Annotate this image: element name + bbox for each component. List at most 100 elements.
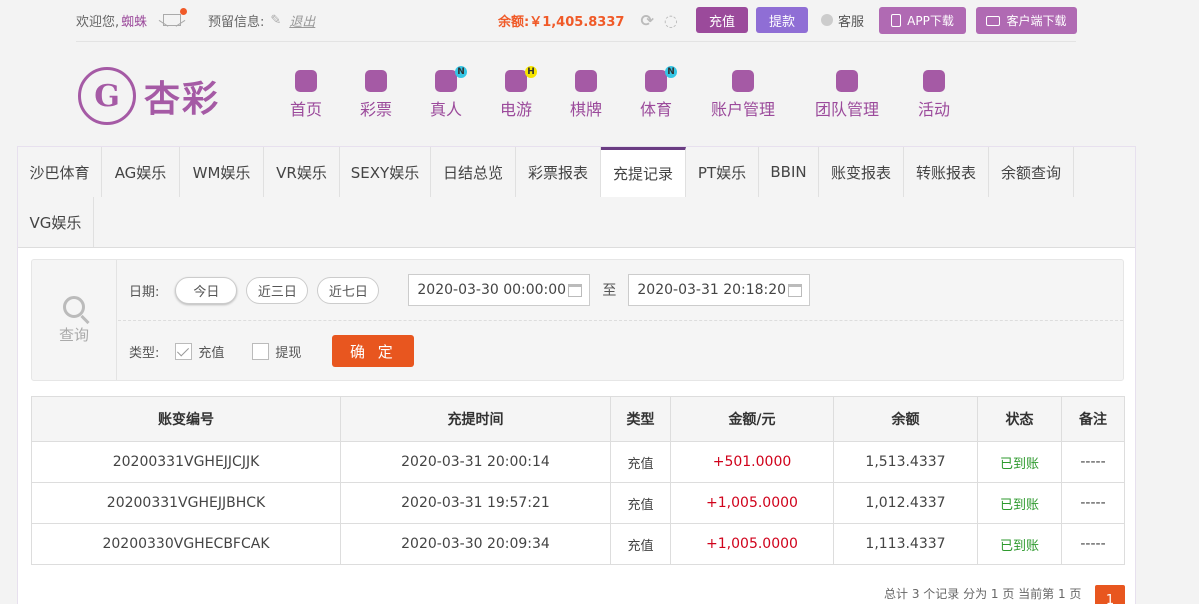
cards-icon bbox=[575, 70, 597, 92]
balance: 1,513.4337 bbox=[833, 441, 978, 483]
nav-label: 电游 bbox=[499, 100, 532, 119]
transaction-id: 20200331VGHEJJBHCK bbox=[31, 482, 341, 524]
nav-label: 团队管理 bbox=[814, 100, 879, 119]
type-row: 类型: 充值 提现 确 定 bbox=[118, 321, 1123, 381]
search-icon bbox=[63, 296, 85, 318]
welcome: 欢迎您, 蜘蛛 bbox=[76, 0, 188, 40]
col-balance: 余额 bbox=[833, 396, 978, 442]
tab-sexy[interactable]: SEXY娱乐 bbox=[340, 147, 431, 197]
pagination-summary: 总计 3 个记录 分为 1 页 当前第 1 页 bbox=[884, 587, 1082, 601]
nav-sports[interactable]: N 体育 bbox=[639, 66, 677, 120]
checkbox-label: 提现 bbox=[275, 345, 302, 361]
tab-vg[interactable]: VG娱乐 bbox=[18, 197, 94, 247]
app-download-button[interactable]: APP下载 bbox=[879, 7, 966, 34]
type: 充值 bbox=[610, 441, 671, 483]
last-7-days-button[interactable]: 近七日 bbox=[317, 276, 380, 304]
monitor-icon bbox=[986, 15, 1001, 26]
type-withdraw-checkbox[interactable]: 提现 bbox=[252, 342, 301, 361]
calendar-icon[interactable] bbox=[568, 284, 583, 297]
last-3-days-button[interactable]: 近三日 bbox=[246, 276, 309, 304]
tab-deposit-withdraw-records[interactable]: 充提记录 bbox=[601, 147, 686, 197]
checkbox-unchecked[interactable] bbox=[252, 342, 270, 360]
table-row: 20200331VGHEJJCJJK 2020-03-31 20:00:14 充… bbox=[31, 441, 1125, 483]
time: 2020-03-31 20:00:14 bbox=[340, 441, 611, 483]
status-badge: 已到账 bbox=[977, 441, 1062, 483]
table-row: 20200331VGHEJJBHCK 2020-03-31 19:57:21 充… bbox=[31, 482, 1125, 524]
tab-wm[interactable]: WM娱乐 bbox=[180, 147, 264, 197]
records-table: 账变编号 充提时间 类型 金额/元 余额 状态 备注 20200331VGHEJ… bbox=[31, 396, 1125, 565]
new-badge: N bbox=[665, 66, 677, 78]
col-amount: 金额/元 bbox=[670, 396, 834, 442]
nav-account[interactable]: 账户管理 bbox=[708, 70, 778, 120]
team-icon bbox=[836, 70, 858, 92]
live-dealer-icon: N bbox=[435, 66, 467, 92]
client-download-button[interactable]: 客户端下载 bbox=[976, 7, 1077, 34]
tab-lottery-report[interactable]: 彩票报表 bbox=[516, 147, 601, 197]
tab-saba-sports[interactable]: 沙巴体育 bbox=[18, 147, 102, 197]
tab-account-change-report[interactable]: 账变报表 bbox=[819, 147, 904, 197]
logout-link[interactable]: 退出 bbox=[289, 11, 315, 30]
service-link[interactable]: 客服 bbox=[821, 0, 864, 40]
welcome-label: 欢迎您, bbox=[76, 14, 120, 30]
refresh-icon[interactable]: ⟳ bbox=[640, 11, 653, 30]
tab-bbin[interactable]: BBIN bbox=[759, 147, 819, 197]
tab-ag[interactable]: AG娱乐 bbox=[102, 147, 180, 197]
end-date-input[interactable]: 2020-03-31 20:18:20 bbox=[628, 274, 811, 306]
tab-vr[interactable]: VR娱乐 bbox=[264, 147, 340, 197]
table-row: 20200330VGHECBFCAK 2020-03-30 20:09:34 充… bbox=[31, 523, 1125, 565]
col-type: 类型 bbox=[610, 396, 671, 442]
tab-pt[interactable]: PT娱乐 bbox=[686, 147, 759, 197]
page-button[interactable]: 1 bbox=[1095, 585, 1125, 604]
type-label: 类型: bbox=[129, 345, 160, 361]
balance-value: ￥1,405.8337 bbox=[529, 14, 625, 30]
charge-button[interactable]: 充值 bbox=[696, 7, 748, 33]
confirm-button[interactable]: 确 定 bbox=[332, 335, 415, 367]
table-header: 账变编号 充提时间 类型 金额/元 余额 状态 备注 bbox=[31, 396, 1125, 442]
gamepad-icon: H bbox=[505, 66, 537, 92]
nav-home[interactable]: 首页 bbox=[289, 70, 323, 120]
nav-activity[interactable]: 活动 bbox=[917, 70, 951, 120]
username[interactable]: 蜘蛛 bbox=[121, 11, 147, 30]
nav-lottery[interactable]: 彩票 bbox=[359, 70, 393, 120]
report-tabs: 沙巴体育 AG娱乐 WM娱乐 VR娱乐 SEXY娱乐 日结总览 彩票报表 充提记… bbox=[18, 147, 1135, 248]
start-date-input[interactable]: 2020-03-30 00:00:00 bbox=[408, 274, 591, 306]
mail-icon[interactable] bbox=[163, 8, 188, 26]
hot-badge: H bbox=[525, 66, 537, 78]
amount: +501.0000 bbox=[670, 441, 834, 483]
nav-label: 棋牌 bbox=[569, 100, 602, 119]
type-deposit-checkbox[interactable]: 充值 bbox=[175, 342, 224, 361]
nav-team[interactable]: 团队管理 bbox=[812, 70, 882, 120]
transaction-id: 20200331VGHEJJCJJK bbox=[31, 441, 341, 483]
checkbox-checked[interactable] bbox=[175, 342, 193, 360]
lottery-icon bbox=[365, 70, 387, 92]
tab-transfer-report[interactable]: 转账报表 bbox=[904, 147, 989, 197]
nav-label: 彩票 bbox=[359, 100, 392, 119]
hide-balance-icon[interactable]: ◌ bbox=[664, 11, 678, 30]
search-label: 查询 bbox=[58, 326, 89, 344]
top-bar: 欢迎您, 蜘蛛 预留信息: ✎ 退出 余额: ￥1,405.8337 ⟳ ◌ 充… bbox=[76, 0, 1077, 42]
end-date-value: 2020-03-31 20:18:20 bbox=[637, 282, 787, 298]
app-download-label: APP下载 bbox=[907, 14, 954, 28]
remark: ----- bbox=[1061, 482, 1125, 524]
today-button[interactable]: 今日 bbox=[175, 276, 238, 304]
withdraw-button[interactable]: 提款 bbox=[756, 7, 808, 33]
col-status: 状态 bbox=[977, 396, 1062, 442]
transaction-id: 20200330VGHECBFCAK bbox=[31, 523, 341, 565]
logo[interactable]: G 杏彩 bbox=[78, 67, 220, 125]
nav-electronic-games[interactable]: H 电游 bbox=[499, 66, 537, 120]
col-transaction-id: 账变编号 bbox=[31, 396, 341, 442]
edit-icon[interactable]: ✎ bbox=[270, 13, 281, 28]
search-panel-title: 查询 bbox=[32, 260, 117, 380]
new-badge: N bbox=[455, 66, 467, 78]
nav-cards[interactable]: 棋牌 bbox=[569, 70, 603, 120]
remark: ----- bbox=[1061, 441, 1125, 483]
time: 2020-03-31 19:57:21 bbox=[340, 482, 611, 524]
balance: 余额: ￥1,405.8337 ⟳ ◌ bbox=[498, 0, 678, 40]
logo-mark: G bbox=[78, 67, 136, 125]
calendar-icon[interactable] bbox=[788, 284, 803, 297]
type: 充值 bbox=[610, 482, 671, 524]
tab-daily-overview[interactable]: 日结总览 bbox=[431, 147, 516, 197]
nav-live-dealer[interactable]: N 真人 bbox=[429, 66, 467, 120]
reserve-info: 预留信息: ✎ 退出 bbox=[208, 0, 315, 40]
tab-balance-query[interactable]: 余额查询 bbox=[989, 147, 1074, 197]
